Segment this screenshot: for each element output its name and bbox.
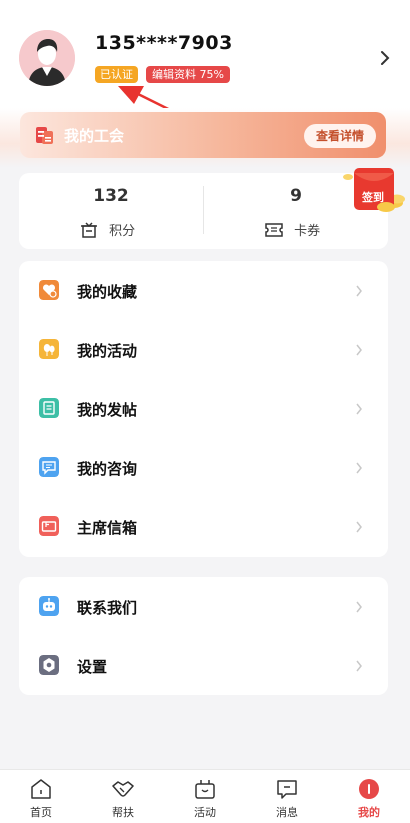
home-icon — [31, 779, 51, 799]
mailbox-icon — [39, 516, 59, 536]
bottom-tab-bar: 首页 帮扶 活动 消息 我的 — [0, 769, 410, 823]
points-icon — [81, 222, 97, 238]
menu-label: 我的收藏 — [77, 283, 138, 301]
chevron-right-icon[interactable] — [378, 48, 392, 68]
menu-item-consultations[interactable]: 我的咨询 — [19, 438, 388, 497]
coupon-ticket-icon — [265, 223, 283, 237]
tab-label: 消息 — [276, 806, 298, 819]
chevron-right-icon — [356, 344, 362, 356]
verified-badge: 已认证 — [95, 66, 138, 83]
signin-label: 签到 — [362, 191, 384, 204]
coupons-label: 卡券 — [294, 224, 321, 239]
menu-item-mailbox[interactable]: 主席信箱 — [19, 497, 388, 556]
tab-help[interactable]: 帮扶 — [82, 770, 164, 823]
coupons-item[interactable]: 卡券 — [265, 220, 320, 239]
menu-label: 我的活动 — [77, 342, 138, 360]
menu-label: 主席信箱 — [77, 519, 138, 537]
menu-item-settings[interactable]: 设置 — [19, 636, 388, 695]
tab-home[interactable]: 首页 — [0, 770, 82, 823]
settings-icon — [39, 655, 59, 675]
favorite-icon — [39, 280, 59, 300]
edit-profile-badge[interactable]: 编辑资料 75% — [146, 66, 230, 83]
chevron-right-icon — [356, 521, 362, 533]
points-label: 积分 — [109, 224, 136, 239]
chevron-right-icon — [356, 285, 362, 297]
points-item[interactable]: 积分 — [80, 220, 135, 239]
menu-item-activities[interactable]: 我的活动 — [19, 320, 388, 379]
menu-label: 设置 — [77, 658, 108, 676]
activity-icon — [39, 339, 59, 359]
tab-messages[interactable]: 消息 — [246, 770, 328, 823]
activity-tab-icon — [195, 780, 215, 799]
menu-label: 联系我们 — [77, 599, 138, 617]
signin-button[interactable]: 签到 — [340, 165, 410, 215]
tab-label: 活动 — [194, 806, 216, 819]
chevron-right-icon — [356, 462, 362, 474]
union-title: 我的工会 — [64, 127, 125, 145]
tab-label: 我的 — [358, 806, 380, 819]
tab-profile[interactable]: 我的 — [328, 770, 410, 823]
menu-label: 我的发帖 — [77, 401, 138, 419]
chevron-right-icon — [356, 403, 362, 415]
tab-label: 首页 — [30, 806, 52, 819]
message-icon — [277, 780, 297, 799]
menu-item-contact[interactable]: 联系我们 — [19, 577, 388, 636]
phone-number: 135****7903 — [95, 32, 233, 54]
profile-tab-icon — [359, 779, 379, 799]
chevron-right-icon — [356, 601, 362, 613]
avatar[interactable] — [19, 30, 75, 86]
menu-item-posts[interactable]: 我的发帖 — [19, 379, 388, 438]
consult-icon — [39, 457, 59, 477]
tab-label: 帮扶 — [112, 806, 134, 819]
union-document-icon — [36, 127, 53, 144]
avatar-person-icon — [19, 30, 75, 86]
post-icon — [39, 398, 59, 418]
points-value[interactable]: 132 — [19, 186, 203, 206]
chevron-right-icon — [356, 660, 362, 672]
contact-robot-icon — [39, 596, 59, 616]
menu-item-favorites[interactable]: 我的收藏 — [19, 261, 388, 320]
tab-activities[interactable]: 活动 — [164, 770, 246, 823]
menu-label: 我的咨询 — [77, 460, 138, 478]
help-handshake-icon — [112, 781, 134, 797]
view-details-button[interactable]: 查看详情 — [304, 124, 376, 148]
